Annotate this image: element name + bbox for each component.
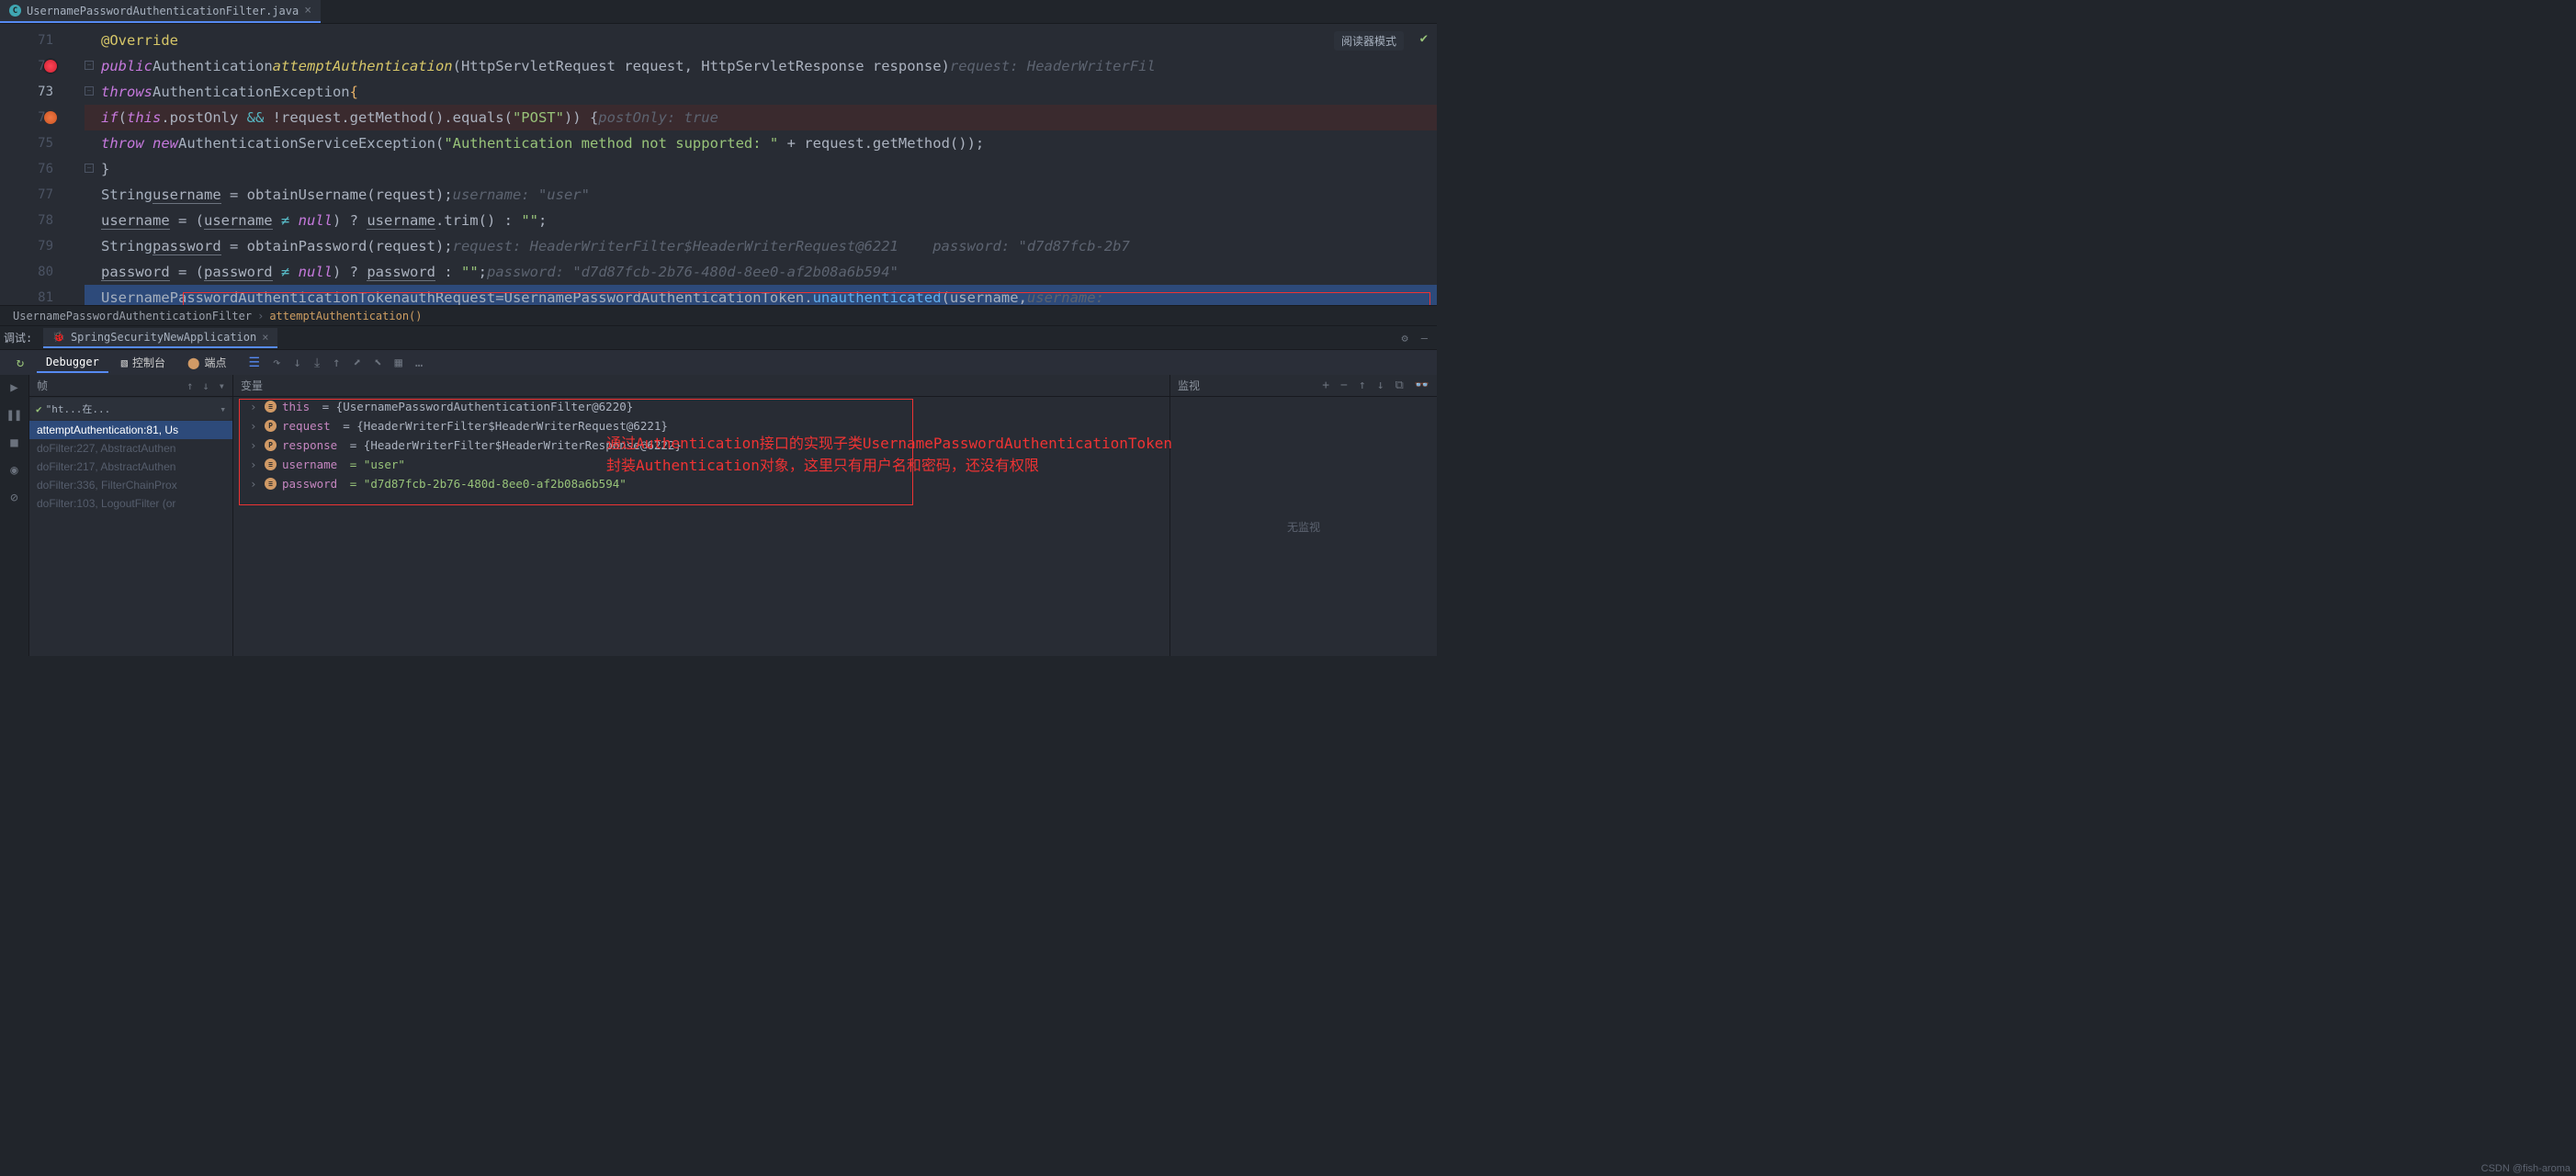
stack-frame[interactable]: doFilter:217, AbstractAuthen	[29, 458, 232, 476]
pause-icon[interactable]: ❚❚	[6, 408, 22, 423]
line-number[interactable]: 73	[0, 79, 85, 105]
debug-tabs: 调试: 🐞 SpringSecurityNewApplication × ⚙ —	[0, 325, 1437, 349]
code-line[interactable]: @Override	[85, 28, 1437, 53]
line-number[interactable]: 77	[0, 182, 85, 208]
breadcrumb-class[interactable]: UsernamePasswordAuthenticationFilter	[13, 310, 252, 322]
run-marker-icon[interactable]	[44, 60, 57, 73]
watches-title: 监视	[1178, 378, 1200, 393]
trace-icon[interactable]: …	[415, 356, 423, 370]
watermark: CSDN @fish-aroma	[2481, 1163, 2570, 1174]
watch-up-icon[interactable]: ↑	[1359, 379, 1366, 392]
class-icon: C	[9, 5, 21, 17]
code-line[interactable]: public Authentication attemptAuthenticat…	[85, 53, 1437, 79]
watch-down-icon[interactable]: ↓	[1377, 379, 1384, 392]
force-step-into-icon[interactable]: ⤓	[314, 356, 320, 370]
frames-panel: 帧 ↑ ↓ ▾ ✔ "ht...在... ▾ attemptAuthenticati…	[29, 375, 233, 656]
variables-title: 变量	[241, 378, 263, 393]
line-number[interactable]: 75	[0, 130, 85, 156]
debug-toolbar: ↻ Debugger ▧控制台 ⬤端点 ☰ ↷ ↓ ⤓ ↑ ⬈ ⬉ ▦ …	[0, 349, 1437, 375]
chevron-right-icon: ›	[257, 310, 264, 322]
rerun-icon[interactable]: ↻	[17, 356, 24, 370]
stack-frame[interactable]: doFilter:227, AbstractAuthen	[29, 439, 232, 458]
run-to-cursor-icon[interactable]: ⬈	[354, 356, 361, 370]
thread-selector[interactable]: ✔ "ht...在... ▾	[30, 398, 232, 420]
file-tab[interactable]: C UsernamePasswordAuthenticationFilter.j…	[0, 0, 321, 23]
debug-sidebar: ▶ ❚❚ ■ ◉ ⊘	[0, 375, 29, 656]
close-icon[interactable]: ×	[304, 4, 311, 17]
breakpoints-tab[interactable]: ⬤端点	[178, 352, 235, 373]
line-number[interactable]: 80	[0, 259, 85, 285]
code-line[interactable]: String password = obtainPassword(request…	[85, 233, 1437, 259]
prev-frame-icon[interactable]: ↑	[186, 379, 193, 392]
glasses-icon[interactable]: 👓	[1415, 379, 1429, 392]
reader-mode-toggle[interactable]: 阅读器模式	[1334, 31, 1404, 51]
terminal-icon: ▧	[121, 356, 128, 369]
code-line[interactable]: }	[85, 156, 1437, 182]
close-icon[interactable]: ×	[262, 331, 268, 344]
mute-breakpoints-icon[interactable]: ⊘	[10, 491, 17, 505]
code-line[interactable]: String username = obtainUsername(request…	[85, 182, 1437, 208]
bug-icon: 🐞	[52, 331, 65, 343]
step-into-icon[interactable]: ↓	[294, 356, 301, 370]
copy-watch-icon[interactable]: ⧉	[1395, 379, 1404, 392]
endpoint-icon: ⬤	[187, 356, 199, 369]
line-number[interactable]: 79	[0, 233, 85, 259]
debug-run-config-tab[interactable]: 🐞 SpringSecurityNewApplication ×	[43, 328, 277, 348]
gear-icon[interactable]: ⚙	[1402, 332, 1408, 345]
watches-empty: 无监视	[1170, 397, 1437, 656]
line-number[interactable]: 72	[0, 53, 85, 79]
line-number[interactable]: 78	[0, 208, 85, 233]
add-watch-icon[interactable]: +	[1322, 379, 1329, 392]
code-line[interactable]: if (this.postOnly && !request.getMethod(…	[85, 105, 1437, 130]
line-gutter: 717273747576777879808182838485	[0, 24, 85, 305]
debug-panel-tools: ⚙ —	[1402, 332, 1437, 345]
stack-frame[interactable]: attemptAuthentication:81, Us	[29, 421, 232, 439]
debug-label: 调试:	[4, 330, 40, 345]
annotation-box-code	[183, 292, 1430, 305]
stop-icon[interactable]: ■	[10, 435, 17, 450]
stack-frame[interactable]: doFilter:336, FilterChainProx	[29, 476, 232, 494]
line-number[interactable]: 74	[0, 105, 85, 130]
check-icon: ✔	[36, 403, 42, 415]
variables-panel: 变量 ›≡ this = {UsernamePasswordAuthentica…	[233, 375, 1170, 656]
drop-frame-icon[interactable]: ⬉	[374, 356, 381, 370]
next-frame-icon[interactable]: ↓	[203, 379, 209, 392]
line-number[interactable]: 81	[0, 285, 85, 305]
code-area[interactable]: @Override public Authentication attemptA…	[85, 24, 1437, 305]
evaluate-icon[interactable]: ▦	[394, 356, 401, 370]
line-number[interactable]: 71	[0, 28, 85, 53]
chevron-down-icon: ▾	[220, 403, 226, 415]
watches-panel: 监视 + − ↑ ↓ ⧉ 👓 无监视	[1170, 375, 1437, 656]
code-editor[interactable]: 717273747576777879808182838485 − − − − @…	[0, 24, 1437, 305]
filter-icon[interactable]: ▾	[219, 379, 225, 392]
editor-tab-bar: C UsernamePasswordAuthenticationFilter.j…	[0, 0, 1437, 24]
step-out-icon[interactable]: ↑	[333, 356, 340, 370]
frames-title: 帧	[37, 378, 48, 393]
code-line[interactable]: throw new AuthenticationServiceException…	[85, 130, 1437, 156]
breadcrumb-method[interactable]: attemptAuthentication()	[269, 310, 422, 322]
code-line[interactable]: username = (username ≠ null) ? username.…	[85, 208, 1437, 233]
breadcrumb[interactable]: UsernamePasswordAuthenticationFilter › a…	[0, 305, 1437, 325]
tab-filename: UsernamePasswordAuthenticationFilter.jav…	[27, 5, 299, 17]
console-tab[interactable]: ▧控制台	[112, 352, 175, 373]
view-breakpoints-icon[interactable]: ◉	[10, 463, 17, 478]
code-line[interactable]: throws AuthenticationException {	[85, 79, 1437, 105]
analysis-ok-icon[interactable]: ✔	[1420, 31, 1428, 46]
line-number[interactable]: 76	[0, 156, 85, 182]
breakpoint-icon[interactable]	[44, 111, 57, 124]
step-over-icon[interactable]: ↷	[273, 356, 280, 370]
resume-icon[interactable]: ▶	[10, 380, 17, 395]
debug-body: ▶ ❚❚ ■ ◉ ⊘ 帧 ↑ ↓ ▾ ✔ "ht...在... ▾ attemptA…	[0, 375, 1437, 656]
code-line[interactable]: password = (password ≠ null) ? password …	[85, 259, 1437, 285]
debugger-tab[interactable]: Debugger	[37, 353, 108, 373]
filter-icon[interactable]: ☰	[249, 356, 261, 370]
stack-frame[interactable]: doFilter:103, LogoutFilter (or	[29, 494, 232, 513]
minimize-icon[interactable]: —	[1421, 332, 1428, 345]
remove-watch-icon[interactable]: −	[1340, 379, 1348, 392]
annotation-text: 通过Authentication接口的实现子类UsernamePasswordA…	[606, 433, 1172, 477]
